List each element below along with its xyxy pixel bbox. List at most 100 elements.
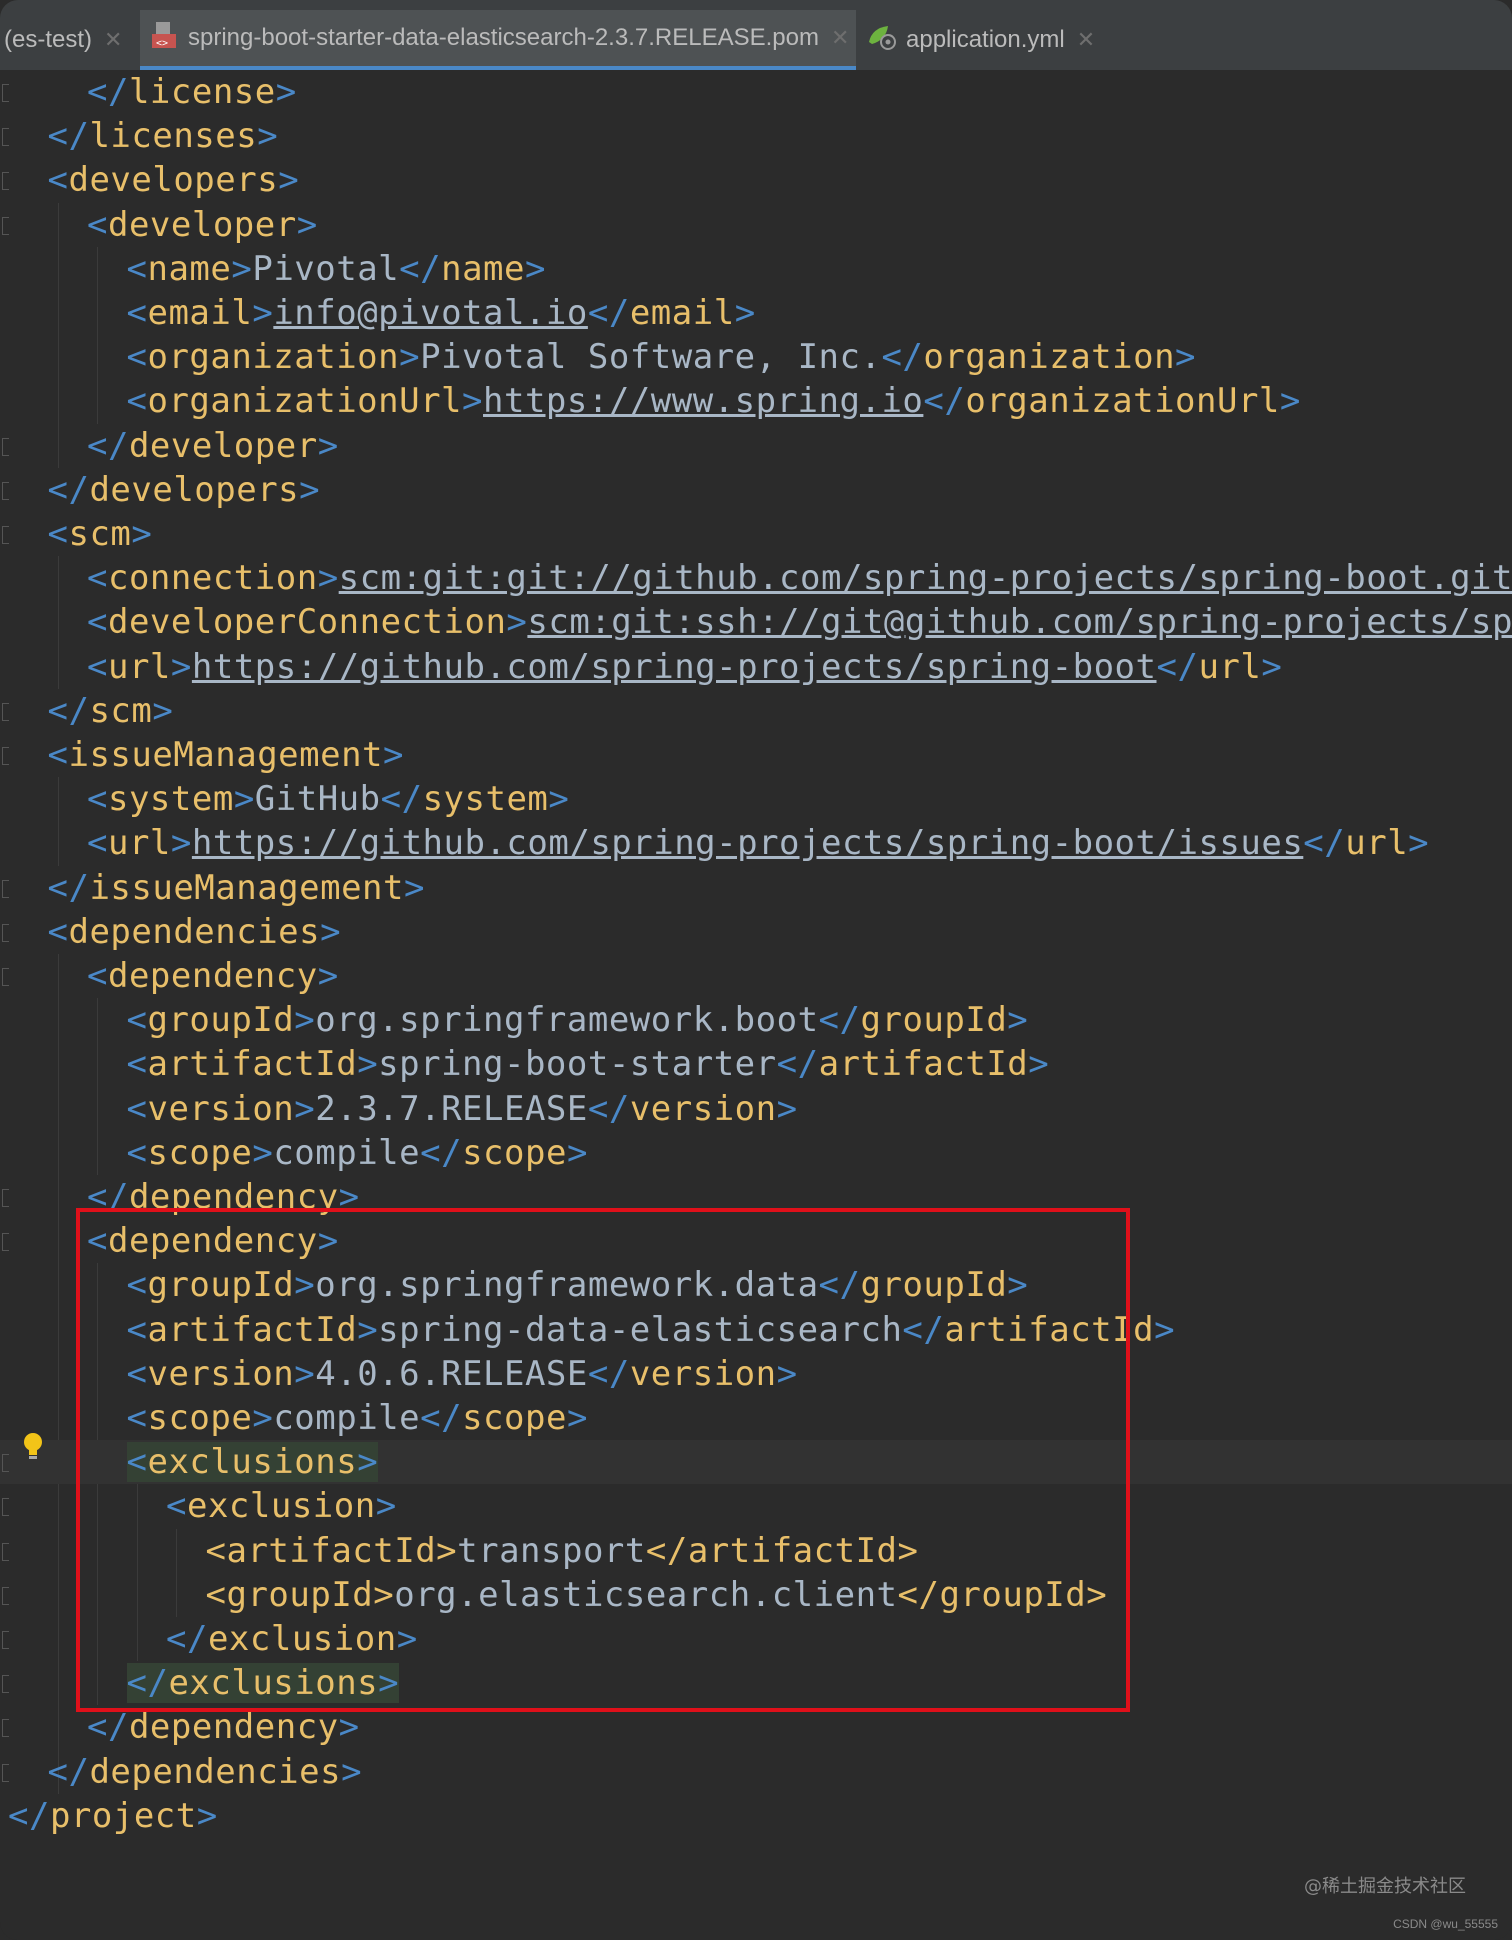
xml-tag-name: developers: [68, 160, 279, 201]
url-text[interactable]: https://www.spring.io: [483, 381, 923, 421]
code-line[interactable]: <organization>Pivotal Software, Inc.</or…: [127, 335, 1197, 379]
xml-bracket: >: [383, 735, 405, 775]
xml-bracket: <: [87, 779, 108, 820]
code-line[interactable]: <scm>: [48, 512, 153, 556]
fold-marker-icon[interactable]: [2, 1233, 9, 1252]
watermark-secondary: CSDN @wu_55555: [1393, 1917, 1498, 1931]
fold-marker-icon[interactable]: [2, 747, 9, 765]
code-line[interactable]: <system>GitHub</system>: [87, 777, 569, 821]
code-line[interactable]: <organizationUrl>https://www.spring.io</…: [127, 379, 1301, 423]
close-icon[interactable]: ✕: [1077, 27, 1095, 53]
fold-marker-icon[interactable]: [2, 128, 9, 147]
xml-bracket: <: [87, 823, 108, 864]
code-line[interactable]: </project>: [8, 1794, 218, 1838]
xml-bracket: </: [47, 690, 90, 731]
xml-bracket: >: [317, 558, 339, 599]
code-line[interactable]: </developer>: [87, 424, 339, 468]
xml-tag-name: url: [1345, 823, 1409, 864]
code-line[interactable]: <groupId>org.springframework.boot</group…: [127, 998, 1029, 1042]
xml-tag-name: developer: [128, 425, 318, 466]
url-text[interactable]: scm:git:ssh://git@github.com/spring-proj…: [527, 602, 1512, 642]
code-line[interactable]: </dependencies>: [48, 1750, 363, 1794]
xml-bracket: >: [252, 293, 274, 333]
url-text[interactable]: https://github.com/spring-projects/sprin…: [192, 647, 1157, 687]
fold-marker-icon[interactable]: [2, 1498, 9, 1517]
xml-bracket: >: [233, 779, 255, 820]
fold-marker-icon[interactable]: [2, 1675, 9, 1694]
code-line[interactable]: <scope>compile</scope>: [127, 1131, 588, 1175]
xml-bracket: </: [380, 779, 423, 820]
code-line[interactable]: <version>2.3.7.RELEASE</version>: [127, 1087, 798, 1131]
code-line[interactable]: </developers>: [48, 468, 321, 512]
xml-bracket: </: [881, 337, 924, 378]
xml-bracket: <: [126, 293, 148, 333]
fold-marker-icon[interactable]: [2, 879, 9, 898]
code-line[interactable]: <email>info@pivotal.io</email>: [127, 291, 756, 335]
fold-marker-icon[interactable]: [2, 1631, 9, 1649]
xml-tag-name: artifactId: [147, 1044, 358, 1085]
code-line[interactable]: < url> https://github.com/spring-projects/…: [87, 821, 1429, 865]
fold-marker-icon[interactable]: [2, 968, 9, 986]
xml-bracket: </: [47, 469, 90, 510]
xml-bracket: <: [126, 337, 148, 378]
fold-marker-icon[interactable]: [2, 1189, 9, 1207]
code-line[interactable]: </scm>: [48, 689, 174, 733]
xml-text-value: compile: [273, 1132, 421, 1173]
xml-text-value: org.springframework.boot: [315, 1000, 819, 1041]
fold-marker-icon[interactable]: [2, 481, 9, 500]
xml-bracket: >: [548, 779, 570, 820]
fold-marker-icon[interactable]: [2, 216, 9, 235]
fold-marker-icon[interactable]: [2, 1454, 9, 1473]
fold-marker-icon[interactable]: [2, 923, 9, 942]
xml-tag-name: scope: [462, 1132, 567, 1173]
xml-bracket: <: [47, 911, 69, 952]
xml-bracket: >: [317, 956, 339, 996]
code-line[interactable]: <dependency>: [87, 954, 339, 998]
tab-application-yml[interactable]: application.yml ✕: [866, 10, 1095, 70]
fold-marker-icon[interactable]: [2, 526, 9, 544]
code-line[interactable]: </licenses>: [48, 114, 279, 158]
url-text[interactable]: scm:git:git://github.com/spring-projects…: [339, 558, 1512, 598]
url-text[interactable]: https://github.com/spring-projects/sprin…: [192, 823, 1303, 863]
fold-marker-icon[interactable]: [2, 1542, 9, 1561]
spring-yml-icon: [866, 22, 898, 59]
code-line[interactable]: <developers>: [48, 158, 300, 202]
code-line[interactable]: <dependencies>: [48, 910, 342, 954]
xml-tag-name: system: [107, 779, 234, 820]
fold-marker-icon[interactable]: [2, 437, 9, 456]
url-text[interactable]: info@pivotal.io: [273, 293, 588, 333]
fold-marker-icon[interactable]: [2, 1586, 9, 1605]
fold-marker-icon[interactable]: [2, 84, 9, 102]
tab-es-test[interactable]: (es-test) ✕: [4, 10, 132, 70]
xml-text-value: GitHub: [254, 779, 381, 820]
code-line[interactable]: </issueManagement>: [48, 866, 425, 910]
code-line[interactable]: </license>: [87, 70, 297, 114]
code-line[interactable]: <name>Pivotal</name>: [127, 247, 546, 291]
xml-bracket: </: [8, 1795, 50, 1836]
xml-bracket: >: [1408, 823, 1430, 864]
fold-marker-icon[interactable]: [2, 702, 9, 721]
xml-bracket: >: [566, 1132, 588, 1173]
code-line[interactable]: <connection>scm:git:git://github.com/spr…: [87, 556, 1512, 600]
xml-bracket: >: [275, 72, 297, 112]
xml-bracket: >: [320, 911, 342, 952]
close-icon[interactable]: ✕: [831, 25, 849, 51]
xml-tag-name: developer: [107, 204, 297, 245]
code-line[interactable]: <artifactId>spring-boot-starter</artifac…: [127, 1042, 1050, 1086]
code-line[interactable]: <developerConnection>scm:git:ssh://git@g…: [87, 600, 1512, 644]
code-line[interactable]: <issueManagement>: [48, 733, 405, 777]
xml-bracket: >: [131, 514, 153, 554]
tab-pom-file[interactable]: <> spring-boot-starter-data-elasticsearc…: [140, 10, 856, 70]
xml-bracket: </: [87, 72, 129, 112]
code-line[interactable]: <url>https://github.com/spring-projects/…: [87, 645, 1282, 689]
intention-bulb-icon[interactable]: [22, 1432, 44, 1462]
fold-marker-icon[interactable]: [2, 1719, 9, 1738]
fold-marker-icon[interactable]: [2, 172, 9, 191]
code-line[interactable]: <developer>: [87, 203, 318, 247]
xml-bracket: >: [1154, 1309, 1176, 1350]
fold-marker-icon[interactable]: [2, 1763, 9, 1782]
watermark-primary: @稀土掘金技术社区: [1304, 1876, 1466, 1897]
xml-bracket: <: [126, 1044, 148, 1085]
close-icon[interactable]: ✕: [104, 27, 122, 53]
indent-guide: [57, 777, 59, 866]
